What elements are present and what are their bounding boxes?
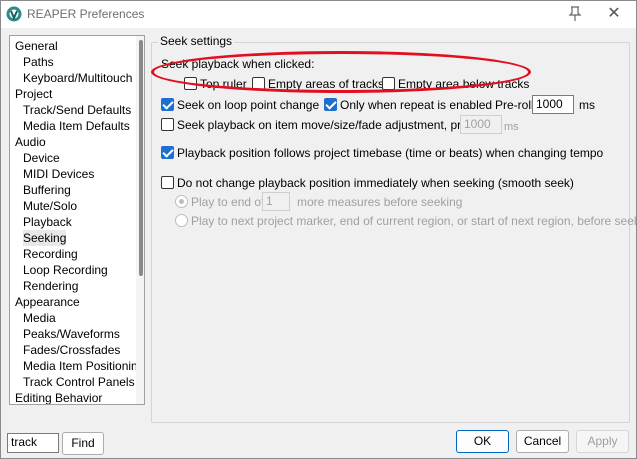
pin-icon[interactable] (553, 1, 597, 28)
empty-areas-tracks-label[interactable]: Empty areas of tracks (268, 77, 384, 91)
smooth-seek-label[interactable]: Do not change playback position immediat… (177, 176, 574, 190)
measures-input[interactable]: 1 (262, 192, 290, 211)
nav-item-device[interactable]: Device (23, 150, 60, 166)
seek-loop-checkbox[interactable] (161, 98, 174, 111)
only-repeat-checkbox[interactable] (324, 98, 337, 111)
play-to-end-label[interactable]: Play to end of (191, 195, 264, 209)
nav-item-project[interactable]: Project (15, 86, 52, 102)
nav-item-general[interactable]: General (15, 38, 58, 54)
play-to-end-radio[interactable] (175, 195, 188, 208)
top-ruler-label[interactable]: Top ruler (200, 77, 247, 91)
empty-areas-tracks-checkbox[interactable] (252, 77, 265, 90)
nav-item-seeking[interactable]: Seeking (23, 230, 67, 246)
seek-item-move-checkbox[interactable] (161, 118, 174, 131)
empty-area-below-checkbox[interactable] (382, 77, 395, 90)
preferences-window: REAPER Preferences ✕ General Paths Keyboar… (0, 0, 637, 459)
reaper-logo-icon (6, 6, 22, 22)
nav-item-media-item-defaults[interactable]: Media Item Defaults (23, 118, 130, 134)
preroll-unit: ms (579, 98, 595, 112)
nav-scrollbar-thumb[interactable] (139, 40, 143, 276)
nav-item-loop-recording[interactable]: Loop Recording (23, 262, 108, 278)
top-ruler-checkbox[interactable] (184, 77, 197, 90)
seek-item-move-label[interactable]: Seek playback on item move/size/fade adj… (177, 118, 491, 132)
nav-item-playback[interactable]: Playback (23, 214, 72, 230)
follow-timebase-checkbox[interactable] (161, 146, 174, 159)
search-input[interactable]: track (7, 433, 59, 453)
nav-item-recording[interactable]: Recording (23, 246, 78, 262)
play-to-next-marker-label[interactable]: Play to next project marker, end of curr… (191, 214, 637, 228)
nav-item-media[interactable]: Media (23, 310, 56, 326)
nav-item-midi-devices[interactable]: MIDI Devices (23, 166, 94, 182)
cancel-button[interactable]: Cancel (516, 430, 569, 453)
nav-item-appearance[interactable]: Appearance (15, 294, 80, 310)
window-title: REAPER Preferences (27, 7, 145, 21)
nav-item-rendering[interactable]: Rendering (23, 278, 78, 294)
nav-item-editing-behavior[interactable]: Editing Behavior (15, 390, 102, 404)
nav-item-peaks-waveforms[interactable]: Peaks/Waveforms (23, 326, 120, 342)
nav-item-media-item-positioning[interactable]: Media Item Positioning (23, 358, 144, 374)
item-preroll-unit: ms (504, 121, 519, 133)
nav-item-buffering[interactable]: Buffering (23, 182, 71, 198)
ok-button[interactable]: OK (456, 430, 509, 453)
preferences-nav-list[interactable]: General Paths Keyboard/Multitouch Project Tr… (9, 35, 145, 405)
seek-click-label: Seek playback when clicked: (161, 57, 315, 71)
find-button[interactable]: Find (62, 432, 104, 455)
item-preroll-input[interactable]: 1000 (460, 115, 502, 134)
title-bar: REAPER Preferences ✕ (1, 1, 636, 28)
smooth-seek-checkbox[interactable] (161, 176, 174, 189)
nav-scrollbar[interactable] (136, 36, 144, 404)
preroll-input[interactable]: 1000 (532, 95, 574, 114)
nav-item-keyboard-multitouch[interactable]: Keyboard/Multitouch (23, 70, 132, 86)
apply-button[interactable]: Apply (576, 430, 629, 453)
play-to-next-marker-radio[interactable] (175, 214, 188, 227)
only-repeat-label[interactable]: Only when repeat is enabled (340, 98, 492, 112)
preroll-label: Pre-roll: (495, 98, 538, 112)
nav-item-audio[interactable]: Audio (15, 134, 46, 150)
seek-loop-label[interactable]: Seek on loop point change (177, 98, 319, 112)
nav-item-track-send-defaults[interactable]: Track/Send Defaults (23, 102, 131, 118)
close-icon[interactable]: ✕ (592, 1, 636, 28)
nav-item-track-control-panels[interactable]: Track Control Panels (23, 374, 135, 390)
nav-item-mute-solo[interactable]: Mute/Solo (23, 198, 77, 214)
nav-item-fades-crossfades[interactable]: Fades/Crossfades (23, 342, 120, 358)
measures-suffix: more measures before seeking (297, 195, 463, 209)
group-title: Seek settings (158, 34, 235, 48)
nav-item-paths[interactable]: Paths (23, 54, 54, 70)
empty-area-below-label[interactable]: Empty area below tracks (398, 77, 529, 91)
follow-timebase-label[interactable]: Playback position follows project timeba… (177, 146, 603, 160)
